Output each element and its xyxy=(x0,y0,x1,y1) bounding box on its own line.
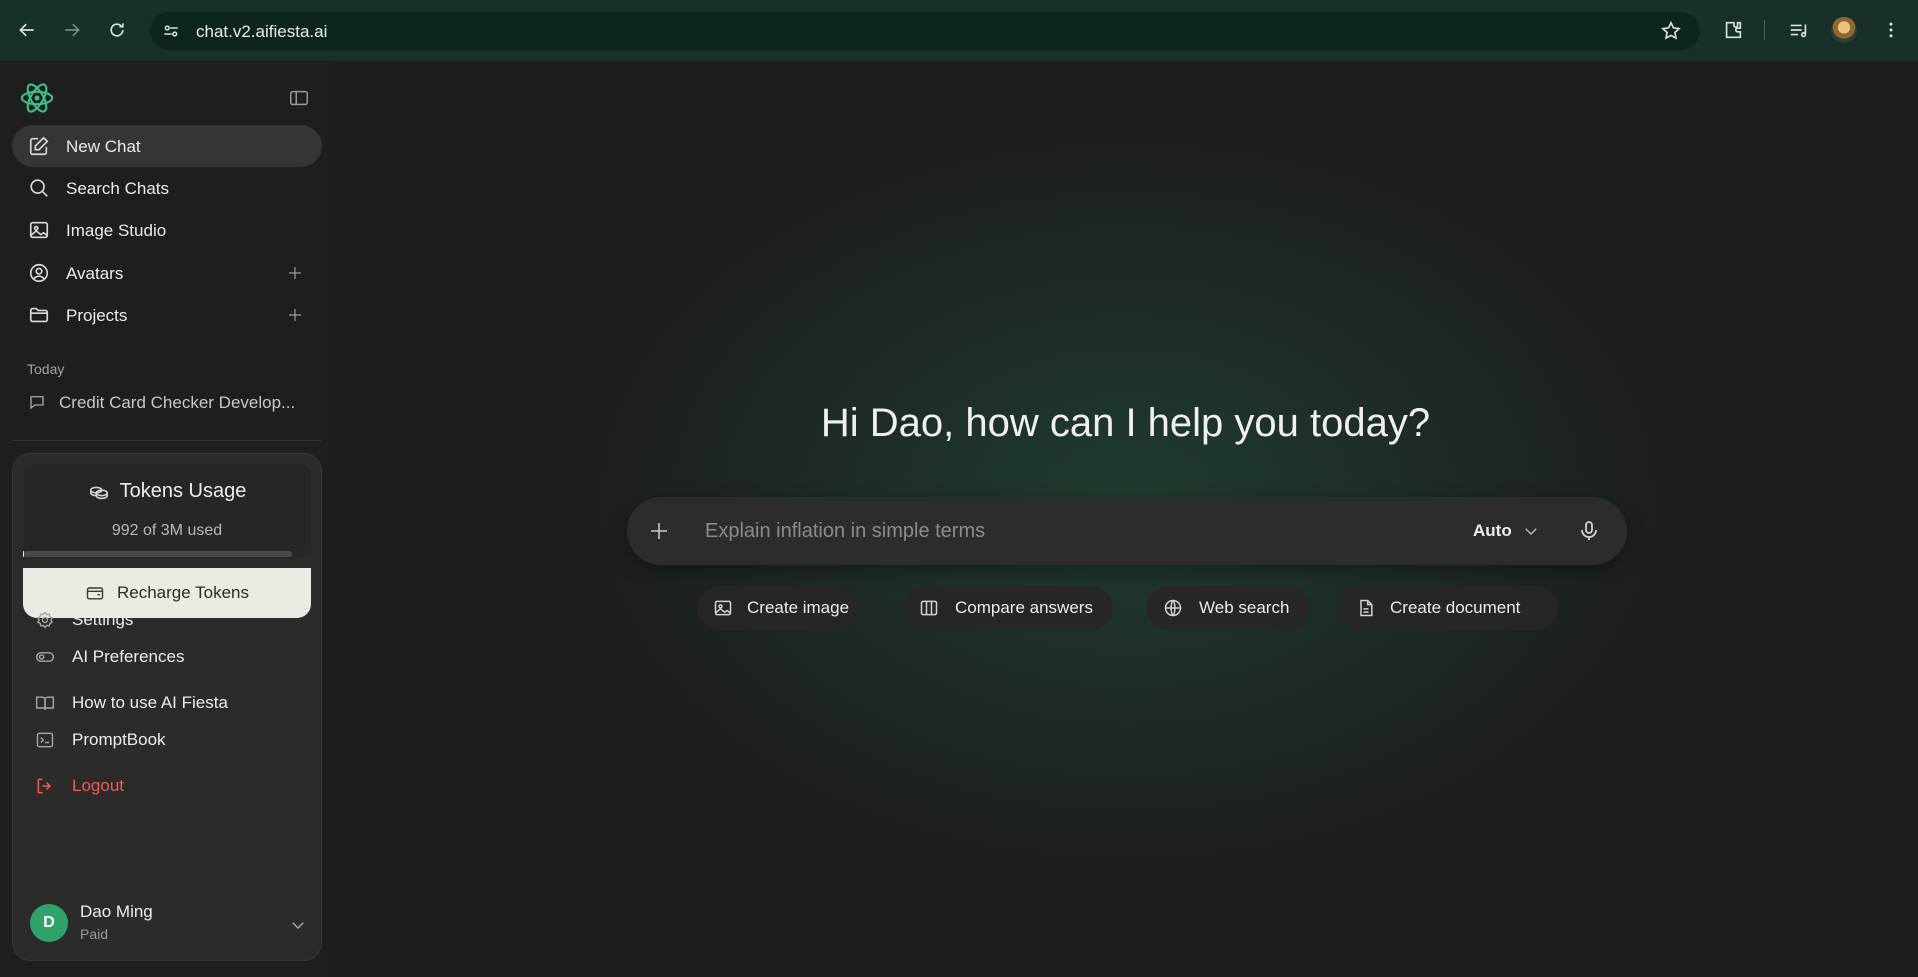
microphone-icon[interactable] xyxy=(1577,519,1601,543)
image-icon xyxy=(713,598,733,618)
sidebar: New Chat Search Chats Image Studio Avata… xyxy=(0,61,333,977)
avatars-button[interactable]: Avatars xyxy=(12,252,322,294)
main-panel: Hi Dao, how can I help you today? Auto C… xyxy=(333,61,1918,977)
book-open-icon xyxy=(35,693,55,713)
account-menu: Tokens Usage 992 of 3M used Recharge Tok… xyxy=(12,453,322,961)
history-section-label: Today xyxy=(27,361,65,377)
logout-icon xyxy=(35,776,55,796)
sidebar-toggle-icon[interactable] xyxy=(288,87,312,111)
chevron-down-icon xyxy=(1522,522,1540,540)
chevron-down-icon[interactable] xyxy=(289,916,307,934)
chip-label: Create document xyxy=(1390,598,1521,617)
tokens-progress-bar xyxy=(23,551,292,557)
attach-plus-icon[interactable] xyxy=(647,519,671,543)
address-bar[interactable]: chat.v2.aifiesta.ai xyxy=(150,12,1700,50)
menu-item-label: PromptBook xyxy=(72,730,166,749)
browser-profile-avatar[interactable] xyxy=(1831,17,1857,43)
settings-menu-item[interactable]: Settings xyxy=(13,600,323,638)
user-circle-icon xyxy=(28,262,50,284)
add-avatar-icon[interactable] xyxy=(286,264,304,282)
columns-icon xyxy=(919,598,939,618)
tokens-progress-fill xyxy=(23,551,25,557)
coins-icon xyxy=(88,481,110,503)
toolbar-divider xyxy=(1764,20,1765,40)
ai-preferences-menu-item[interactable]: AI Preferences xyxy=(13,637,323,675)
greeting-heading: Hi Dao, how can I help you today? xyxy=(820,401,1431,445)
user-profile-row[interactable]: D Dao Ming Paid xyxy=(13,894,323,950)
app-logo[interactable] xyxy=(18,79,56,117)
site-info-icon[interactable] xyxy=(160,20,182,42)
compare-answers-chip[interactable]: Compare answers xyxy=(903,586,1113,630)
projects-button[interactable]: Projects xyxy=(12,294,322,336)
browser-toolbar: chat.v2.aifiesta.ai xyxy=(0,0,1918,61)
chip-label: Compare answers xyxy=(955,598,1093,617)
arrow-right-icon xyxy=(65,23,80,37)
chat-input[interactable] xyxy=(705,513,1425,549)
how-to-use-menu-item[interactable]: How to use AI Fiesta xyxy=(13,683,323,721)
user-name: Dao Ming xyxy=(80,902,153,921)
nav-label: Avatars xyxy=(66,264,124,283)
nav-label: New Chat xyxy=(66,137,141,156)
nav-label: Image Studio xyxy=(66,221,167,240)
web-search-chip[interactable]: Web search xyxy=(1147,586,1311,630)
reload-button[interactable] xyxy=(102,15,132,45)
tokens-usage-card: Tokens Usage 992 of 3M used xyxy=(23,464,311,558)
new-chat-button[interactable]: New Chat xyxy=(12,125,322,167)
folder-icon xyxy=(28,304,50,326)
search-icon xyxy=(28,177,50,199)
forward-button[interactable] xyxy=(57,15,87,45)
search-chats-button[interactable]: Search Chats xyxy=(12,167,322,209)
logout-label: Logout xyxy=(72,776,124,795)
chip-label: Web search xyxy=(1199,598,1290,617)
tokens-title: Tokens Usage xyxy=(119,480,247,502)
logout-menu-item[interactable]: Logout xyxy=(13,766,323,804)
bookmark-star-icon[interactable] xyxy=(1660,20,1682,42)
avatar: D xyxy=(30,904,68,942)
url-text[interactable]: chat.v2.aifiesta.ai xyxy=(196,22,327,42)
menu-item-label: How to use AI Fiesta xyxy=(72,693,228,712)
create-document-chip[interactable]: Create document xyxy=(1340,586,1558,630)
chip-label: Create image xyxy=(747,598,850,617)
document-icon xyxy=(1356,598,1376,618)
promptbook-menu-item[interactable]: PromptBook xyxy=(13,720,323,758)
image-icon xyxy=(28,219,50,241)
user-plan-badge: Paid xyxy=(80,926,109,942)
sidebar-divider xyxy=(12,440,321,441)
menu-item-label: Settings xyxy=(72,610,134,629)
gear-icon xyxy=(35,610,55,630)
terminal-icon xyxy=(35,730,55,750)
chat-history-label: Credit Card Checker Develop... xyxy=(59,393,296,412)
model-selector[interactable]: Auto xyxy=(1473,517,1540,545)
chat-history-item[interactable]: Credit Card Checker Develop... xyxy=(12,384,322,420)
chat-bubble-icon xyxy=(28,393,46,411)
arrow-left-icon xyxy=(19,23,34,37)
extensions-icon[interactable] xyxy=(1718,15,1748,45)
reload-icon xyxy=(110,23,124,37)
nav-label: Search Chats xyxy=(66,179,169,198)
nav-label: Projects xyxy=(66,306,128,325)
more-menu-icon[interactable] xyxy=(1876,15,1906,45)
media-controls-icon[interactable] xyxy=(1784,15,1814,45)
edit-icon xyxy=(28,135,50,157)
menu-item-label: AI Preferences xyxy=(72,647,185,666)
chat-composer: Auto xyxy=(627,497,1627,565)
back-button[interactable] xyxy=(12,15,42,45)
globe-icon xyxy=(1163,598,1183,618)
add-project-icon[interactable] xyxy=(286,306,304,324)
tokens-count: 992 of 3M used xyxy=(111,522,223,539)
toggle-icon xyxy=(35,647,55,667)
image-studio-button[interactable]: Image Studio xyxy=(12,209,322,251)
model-label: Auto xyxy=(1473,521,1512,540)
create-image-chip[interactable]: Create image xyxy=(697,586,857,630)
